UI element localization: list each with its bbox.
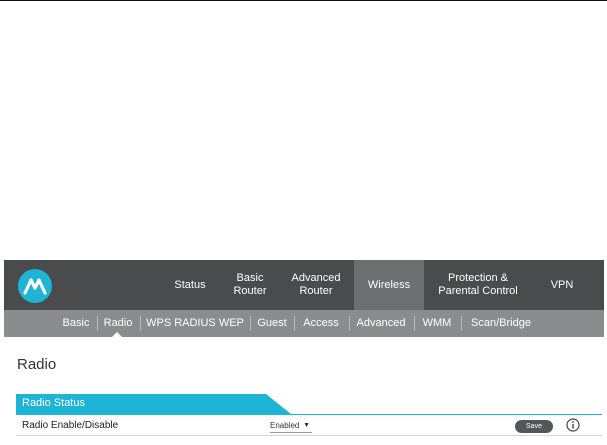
nav-vpn[interactable]: VPN: [536, 260, 588, 310]
radio-enable-select-value: Enabled: [270, 421, 300, 430]
nav-status[interactable]: Status: [164, 260, 216, 310]
radio-enable-label: Radio Enable/Disable: [22, 420, 119, 431]
nav-vpn-label: VPN: [550, 278, 574, 291]
subnav-guest[interactable]: Guest: [255, 310, 289, 337]
subnav-basic[interactable]: Basic: [60, 310, 92, 337]
subnav-divider: [349, 316, 350, 331]
subnav-scan-bridge[interactable]: Scan/Bridge: [466, 310, 536, 337]
nav-status-label: Status: [174, 278, 206, 291]
caret-down-icon: ▼: [303, 422, 310, 429]
sub-navigation-bar: Basic Radio WPS RADIUS WEP Guest Access …: [4, 310, 604, 337]
subnav-wps-radius-wep[interactable]: WPS RADIUS WEP: [145, 310, 245, 337]
section-divider: [16, 414, 602, 415]
subnav-divider: [140, 316, 141, 331]
section-title: Radio Status: [22, 397, 85, 409]
nav-protection-label: Protection & Parental Control: [438, 272, 518, 297]
subnav-divider: [294, 316, 295, 331]
nav-advanced-router[interactable]: Advanced Router: [284, 260, 348, 310]
info-icon[interactable]: [566, 418, 580, 432]
nav-wireless[interactable]: Wireless: [354, 260, 424, 310]
top-divider-line: [0, 0, 607, 1]
section-header: Radio Status: [16, 394, 291, 414]
subnav-divider: [414, 316, 415, 331]
save-button[interactable]: Save: [515, 420, 553, 433]
subnav-advanced[interactable]: Advanced: [354, 310, 408, 337]
motorola-logo-icon[interactable]: [18, 269, 52, 303]
subnav-divider: [461, 316, 462, 331]
nav-advanced-router-label: Advanced Router: [291, 272, 341, 297]
nav-basic-router-label: Basic Router: [233, 272, 267, 297]
page-title: Radio: [17, 356, 57, 373]
nav-protection-parental-control[interactable]: Protection & Parental Control: [432, 260, 524, 310]
row-divider: [16, 435, 602, 436]
top-navigation-bar: Status Basic Router Advanced Router Wire…: [4, 260, 604, 310]
subnav-divider: [97, 316, 98, 331]
radio-enable-select[interactable]: Enabled ▼: [270, 419, 312, 433]
subnav-wmm[interactable]: WMM: [419, 310, 455, 337]
nav-wireless-label: Wireless: [367, 278, 411, 291]
subnav-divider: [250, 316, 251, 331]
subnav-access[interactable]: Access: [299, 310, 343, 337]
router-admin-panel: Status Basic Router Advanced Router Wire…: [4, 260, 607, 445]
active-tab-indicator: [112, 332, 122, 337]
nav-basic-router[interactable]: Basic Router: [222, 260, 278, 310]
